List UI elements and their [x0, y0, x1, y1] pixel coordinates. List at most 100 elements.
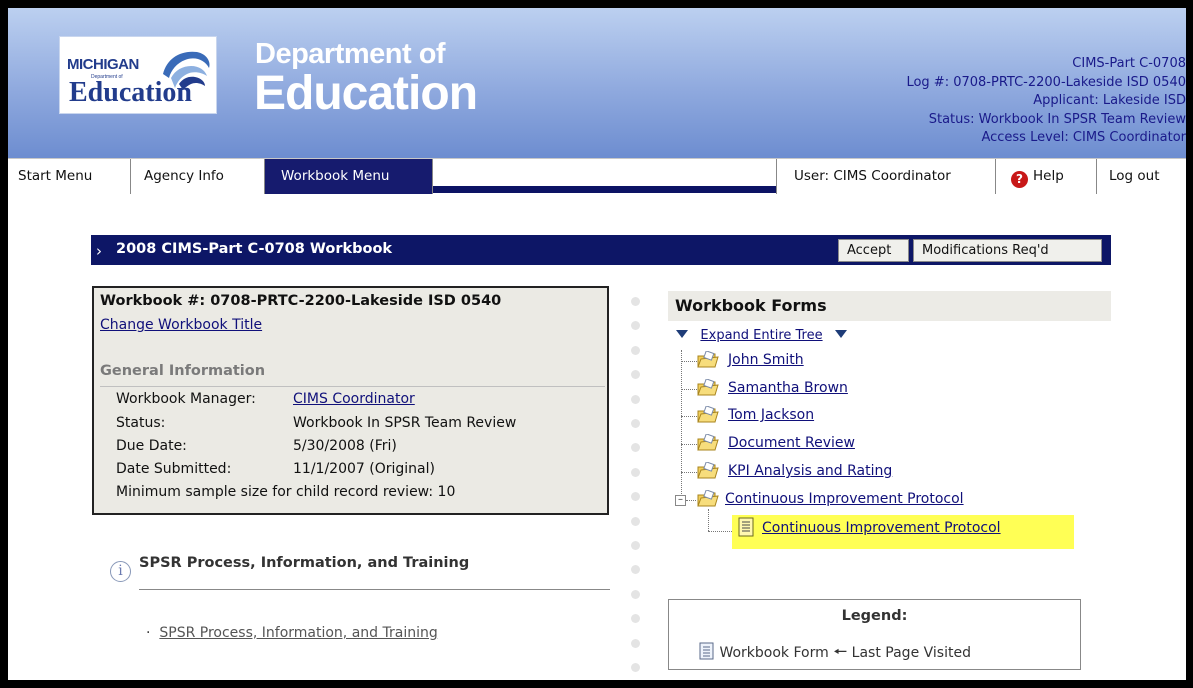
tree-item-link[interactable]: Document Review — [728, 435, 855, 451]
tree-item-link[interactable]: Samantha Brown — [728, 380, 848, 396]
tab-start-menu[interactable]: Start Menu — [8, 159, 131, 194]
workbook-number: Workbook #: 0708-PRTC-2200-Lakeside ISD … — [100, 293, 502, 309]
tree-item: KPI Analysis and Rating — [728, 463, 892, 479]
tree-line — [681, 389, 697, 390]
divider-dot — [631, 614, 640, 623]
folder-icon — [697, 490, 719, 507]
tree-item: Samantha Brown — [728, 380, 848, 396]
accept-button[interactable]: Accept — [838, 239, 909, 262]
folder-icon — [697, 462, 719, 479]
divider-dot — [631, 395, 640, 404]
divider-dot — [631, 297, 640, 306]
divider-dot — [631, 346, 640, 355]
collapse-toggle-icon[interactable]: – — [675, 495, 686, 506]
arrow-left-icon: 🠔 — [833, 642, 848, 661]
legend-items: Workbook Form 🠔 Last Page Visited — [699, 641, 971, 668]
divider — [100, 386, 605, 387]
spsr-link-item: · SPSR Process, Information, and Trainin… — [146, 625, 438, 641]
tree-line — [681, 361, 697, 362]
tree-line — [681, 472, 697, 473]
status-label: Status: — [116, 415, 166, 431]
site-title-line1: Department of — [255, 38, 446, 70]
tree-line — [681, 350, 682, 498]
tree-line — [708, 509, 709, 531]
tree-item-link[interactable]: Tom Jackson — [728, 407, 814, 423]
nav-bar: Start Menu Agency Info Workbook Menu Use… — [8, 158, 1186, 194]
folder-icon — [697, 379, 719, 396]
divider-dot — [631, 565, 640, 574]
legend-workbook-form: Workbook Form — [719, 645, 829, 661]
tab-agency-info[interactable]: Agency Info — [131, 159, 265, 194]
folder-icon — [697, 406, 719, 423]
chevron-right-icon: › — [96, 242, 102, 260]
tree-item-link[interactable]: John Smith — [728, 352, 804, 368]
user-indicator: User: CIMS Coordinator — [776, 159, 995, 194]
page-header: MICHIGAN Department of Education Departm… — [8, 8, 1186, 158]
tab-workbook-menu[interactable]: Workbook Menu — [265, 159, 433, 194]
help-button[interactable]: ? Help — [995, 159, 1096, 194]
change-workbook-title-link[interactable]: Change Workbook Title — [100, 317, 262, 333]
mde-logo[interactable]: MICHIGAN Department of Education — [60, 37, 216, 113]
info-applicant: Applicant: Lakeside ISD — [1033, 93, 1186, 108]
expand-entire-tree-link[interactable]: Expand Entire Tree — [700, 328, 822, 343]
sample-size-text: Minimum sample size for child record rev… — [116, 484, 456, 500]
info-part: CIMS-Part C-0708 — [1072, 56, 1186, 71]
divider-dot — [631, 590, 640, 599]
divider-dot — [631, 517, 640, 526]
workbook-summary-box: Workbook #: 0708-PRTC-2200-Lakeside ISD … — [92, 286, 609, 515]
spsr-section-title: SPSR Process, Information, and Training — [139, 555, 470, 571]
tree-item-link[interactable]: Continuous Improvement Protocol — [725, 491, 964, 507]
triangle-down-icon — [835, 330, 847, 338]
divider-dot — [631, 468, 640, 477]
app-window: MICHIGAN Department of Education Departm… — [8, 8, 1186, 680]
manager-value-wrap: CIMS Coordinator — [293, 391, 415, 407]
manager-link[interactable]: CIMS Coordinator — [293, 391, 415, 407]
divider-dot — [631, 639, 640, 648]
manager-label: Workbook Manager: — [116, 391, 256, 407]
bullet-icon: · — [146, 625, 160, 641]
tree-item-link[interactable]: KPI Analysis and Rating — [728, 463, 892, 479]
info-log-number: Log #: 0708-PRTC-2200-Lakeside ISD 0540 — [906, 74, 1186, 90]
workbook-title: 2008 CIMS-Part C-0708 Workbook — [116, 241, 393, 257]
divider-dot — [631, 541, 640, 550]
divider — [139, 589, 610, 590]
divider-dot — [631, 443, 640, 452]
workbook-forms-header: Workbook Forms — [668, 291, 1111, 321]
tree-line — [681, 444, 697, 445]
info-icon: i — [110, 561, 131, 582]
form-document-icon — [699, 642, 714, 660]
logo-michigan-text: MICHIGAN — [67, 56, 139, 73]
change-title-link-wrap: Change Workbook Title — [100, 317, 262, 333]
divider-dot — [631, 419, 640, 428]
tree-child-continuous-improvement-protocol[interactable]: Continuous Improvement Protocol — [762, 520, 1001, 536]
tree-line — [708, 531, 732, 532]
status-value: Workbook In SPSR Team Review — [293, 415, 517, 431]
workbook-info-block: CIMS-Part C-0708 Log #: 0708-PRTC-2200-L… — [906, 55, 1186, 148]
tree-item: Continuous Improvement Protocol — [725, 491, 964, 507]
triangle-down-icon — [676, 330, 688, 338]
tree-child-item-wrap: Continuous Improvement Protocol — [762, 520, 1001, 536]
expand-tree-control[interactable]: Expand Entire Tree — [676, 328, 847, 343]
logo-education-text: Education — [69, 77, 192, 108]
divider-dot — [631, 492, 640, 501]
tree-item: Tom Jackson — [728, 407, 814, 423]
folder-icon — [697, 434, 719, 451]
workbook-title-bar: › 2008 CIMS-Part C-0708 Workbook Accept … — [91, 235, 1111, 265]
workbook-forms-heading: Workbook Forms — [675, 296, 827, 315]
spsr-process-link[interactable]: SPSR Process, Information, and Training — [159, 625, 437, 641]
tree-line — [686, 500, 696, 501]
due-date-label: Due Date: — [116, 438, 187, 454]
tree-line — [681, 416, 697, 417]
divider-dot — [631, 663, 640, 672]
divider-dot — [631, 321, 640, 330]
info-status: Status: Workbook In SPSR Team Review — [928, 111, 1186, 127]
help-icon: ? — [1011, 171, 1028, 188]
folder-icon — [697, 351, 719, 368]
site-title-line2: Education — [254, 67, 478, 120]
form-document-icon — [738, 517, 754, 537]
modifications-required-button[interactable]: Modifications Req'd — [913, 239, 1102, 262]
logout-button[interactable]: Log out — [1096, 159, 1186, 194]
due-date-value: 5/30/2008 (Fri) — [293, 438, 397, 454]
legend-last-page: Last Page Visited — [851, 645, 971, 661]
tree-item: John Smith — [728, 352, 804, 368]
